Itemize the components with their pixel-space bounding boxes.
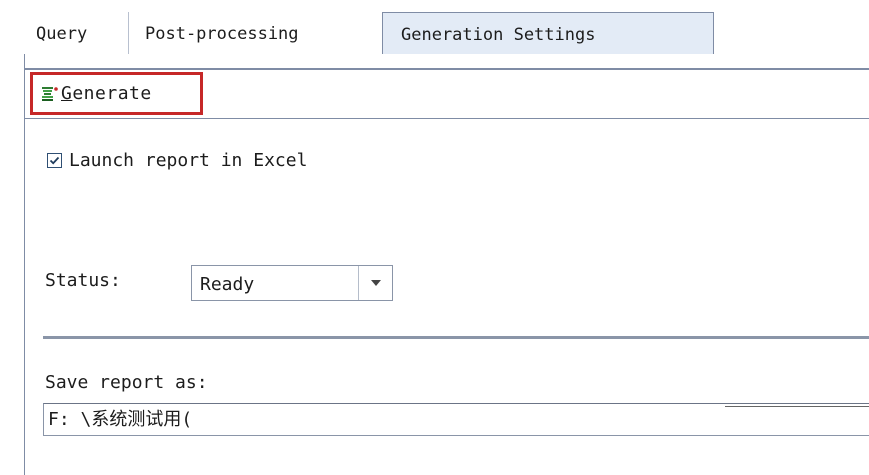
status-value: Ready — [200, 274, 255, 295]
tab-post-processing[interactable]: Post-processing — [128, 12, 382, 54]
launch-excel-checkbox[interactable] — [47, 152, 62, 168]
save-path-input[interactable]: F: \系统测试用( — [43, 403, 869, 436]
tab-generation-settings[interactable]: Generation Settings — [382, 12, 714, 55]
save-path-value: F: \系统测试用( — [48, 409, 193, 430]
input-edge-line — [725, 406, 869, 407]
toolbar-border — [25, 68, 869, 70]
generate-label: Generate — [61, 83, 152, 104]
tab-query[interactable]: Query — [24, 12, 128, 54]
status-label: Status: — [45, 270, 121, 291]
toolbar: Generate — [25, 54, 869, 119]
save-report-label: Save report as: — [45, 372, 208, 393]
status-dropdown[interactable]: Ready — [191, 265, 393, 301]
section-divider — [43, 336, 869, 339]
generate-button[interactable]: Generate — [30, 72, 203, 115]
chevron-down-icon[interactable] — [358, 266, 392, 300]
generation-settings-panel: Generate Launch report in Excel Status: … — [24, 54, 869, 475]
tab-strip: Query Post-processing Generation Setting… — [24, 12, 869, 55]
generate-icon — [41, 85, 59, 103]
launch-excel-option[interactable]: Launch report in Excel — [47, 148, 307, 172]
launch-excel-label: Launch report in Excel — [69, 149, 308, 171]
